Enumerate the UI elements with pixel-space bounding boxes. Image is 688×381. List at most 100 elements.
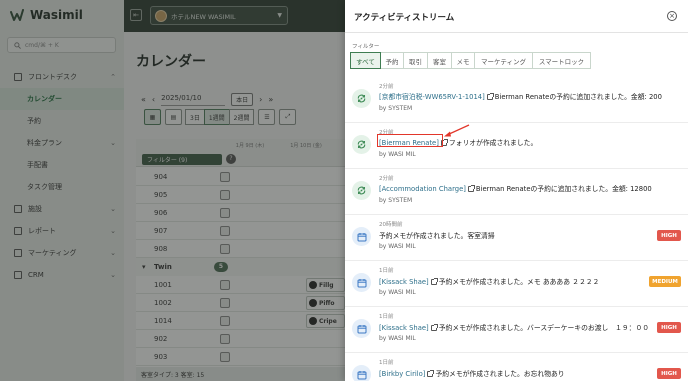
search-placeholder: cmd/⌘ + K (25, 41, 59, 49)
sidebar-item-reservations[interactable]: 予約 (0, 110, 124, 132)
booking-block[interactable]: Piffo (306, 296, 345, 310)
hotel-avatar (155, 9, 167, 22)
sidebar-item-label: フロントデスク (28, 73, 77, 81)
key-icon[interactable] (220, 297, 230, 308)
entry-author: by SYSTEM (379, 105, 413, 112)
range-1week[interactable]: 1週間 (203, 109, 230, 125)
calendar-icon (352, 319, 371, 338)
sidebar-toggle-button[interactable]: ⇤ (130, 9, 142, 21)
filter-tab-transactions[interactable]: 取引 (403, 52, 428, 69)
chevron-down-icon: ▼ (277, 12, 282, 19)
date-navigation: « ‹ 2025/01/10 本日 › » (141, 92, 273, 106)
sidebar-item-label: 手配書 (27, 161, 48, 169)
top-bar: ⇤ ホテルNEW WASIMIL ▼ (124, 0, 345, 32)
grid-view-button[interactable]: ▤ (165, 109, 182, 125)
sidebar-item-reports[interactable]: レポート ⌄ (0, 220, 124, 242)
entry-message: [Accommodation Charge] Bierman Renateの予約に… (379, 183, 652, 193)
key-icon[interactable] (220, 207, 230, 218)
key-icon[interactable] (220, 225, 230, 236)
filter-button[interactable]: フィルター (9) (142, 154, 222, 165)
entry-link[interactable]: [Birkby Cirilo] (379, 370, 425, 378)
room-type-group[interactable]: ▾ Twin 5 (136, 258, 345, 276)
next-icon[interactable]: › (259, 95, 262, 104)
key-icon[interactable] (220, 315, 230, 326)
filter-tabs: すべて 予約 取引 客室 メモ マーケティング スマートロック (350, 52, 591, 69)
key-icon[interactable] (220, 243, 230, 254)
room-number: 908 (154, 244, 168, 253)
booking-block[interactable]: Fillg (306, 278, 345, 292)
entry-link[interactable]: [Kissack Shae] (379, 324, 429, 332)
collapse-icon[interactable]: ▾ (142, 263, 146, 271)
list-button[interactable]: ☰ (258, 109, 276, 125)
entry-link[interactable]: [Kissack Shae] (379, 278, 429, 286)
external-link-icon[interactable] (430, 278, 438, 285)
entry-message: [Kissack Shae] 予約メモが作成されました。バースデーケーキのお渡し … (379, 322, 649, 332)
external-link-icon[interactable] (467, 185, 475, 192)
sidebar-item-facility[interactable]: 施設 ⌄ (0, 198, 124, 220)
booking-guest: Piffo (319, 299, 335, 307)
room-row[interactable]: 906 (136, 204, 345, 222)
room-row[interactable]: 908 (136, 240, 345, 258)
first-page-icon[interactable]: « (141, 95, 146, 104)
room-row[interactable]: 903 (136, 348, 345, 366)
key-icon[interactable] (220, 351, 230, 362)
calendar-icon: ▦ (149, 113, 156, 121)
room-number: 1002 (154, 298, 172, 307)
room-row[interactable]: 904 (136, 168, 345, 186)
key-icon[interactable] (220, 333, 230, 344)
room-row[interactable]: 905 (136, 186, 345, 204)
range-2weeks[interactable]: 2週間 (228, 109, 255, 125)
logo[interactable]: Wasimil (10, 8, 83, 22)
external-link-icon[interactable] (427, 370, 435, 377)
filter-tab-marketing[interactable]: マーケティング (474, 52, 533, 69)
booking-guest: Cripe (319, 317, 337, 325)
filter-tab-all[interactable]: すべて (350, 52, 381, 69)
activity-entry: 2分前 [Accommodation Charge] Bierman Renate… (345, 169, 688, 215)
activity-entry: 1日前 [Kissack Shae] 予約メモが作成されました。メモ ああああ ２… (345, 261, 688, 307)
activity-entry: 1日前 [Kissack Shae] 予約メモが作成されました。バースデーケーキの… (345, 307, 688, 353)
sidebar-item-tasks[interactable]: タスク管理 (0, 176, 124, 198)
sidebar-item-frontdesk[interactable]: フロントデスク ⌃ (0, 66, 124, 88)
room-row[interactable]: 907 (136, 222, 345, 240)
room-count-badge: 5 (214, 262, 228, 272)
sidebar-item-arrangements[interactable]: 手配書 (0, 154, 124, 176)
external-link-icon[interactable] (486, 93, 494, 100)
guest-avatar (309, 317, 317, 325)
sidebar-item-label: CRM (28, 271, 44, 279)
fullscreen-button[interactable]: ⤢ (279, 109, 297, 125)
sidebar-item-label: レポート (28, 227, 56, 235)
calendar-view-button[interactable]: ▦ (144, 109, 161, 125)
key-icon[interactable] (220, 171, 230, 182)
key-icon[interactable] (220, 279, 230, 290)
room-number: 903 (154, 352, 168, 361)
room-row[interactable]: 902 (136, 330, 345, 348)
hotel-selector[interactable]: ホテルNEW WASIMIL ▼ (150, 6, 288, 25)
entry-time: 20時間前 (379, 222, 403, 228)
sidebar-item-rate-plans[interactable]: 料金プラン ⌄ (0, 132, 124, 154)
search-input[interactable]: cmd/⌘ + K (7, 37, 116, 53)
external-link-icon[interactable] (430, 324, 438, 331)
chevron-down-icon: ⌄ (110, 139, 116, 147)
entry-link[interactable]: [京都市宿泊税-WW65RV-1-1014] (379, 93, 485, 101)
sidebar-item-label: 料金プラン (27, 139, 62, 147)
today-button[interactable]: 本日 (231, 92, 254, 106)
page-title: カレンダー (136, 54, 206, 70)
filter-tab-memos[interactable]: メモ (451, 52, 475, 69)
filter-tab-smartlock[interactable]: スマートロック (532, 52, 591, 69)
key-icon[interactable] (220, 189, 230, 200)
range-3days[interactable]: 3日 (185, 109, 205, 125)
prev-icon[interactable]: ‹ (152, 95, 155, 104)
sidebar-item-calendar[interactable]: カレンダー (0, 88, 124, 110)
filter-tab-rooms[interactable]: 客室 (427, 52, 452, 69)
entry-link[interactable]: [Accommodation Charge] (379, 185, 466, 193)
room-type-name: Twin (154, 263, 172, 271)
date-input[interactable]: 2025/01/10 (161, 92, 226, 106)
sidebar-item-marketing[interactable]: マーケティング ⌄ (0, 242, 124, 264)
last-page-icon[interactable]: » (268, 95, 273, 104)
help-icon[interactable]: ? (226, 154, 236, 164)
booking-block[interactable]: Cripe (306, 314, 345, 328)
filter-tab-reservations[interactable]: 予約 (380, 52, 404, 69)
sidebar-item-crm[interactable]: CRM ⌄ (0, 264, 124, 286)
entry-message: [京都市宿泊税-WW65RV-1-1014] Bierman Renateの予約に… (379, 91, 662, 101)
close-icon[interactable]: × (667, 11, 677, 21)
